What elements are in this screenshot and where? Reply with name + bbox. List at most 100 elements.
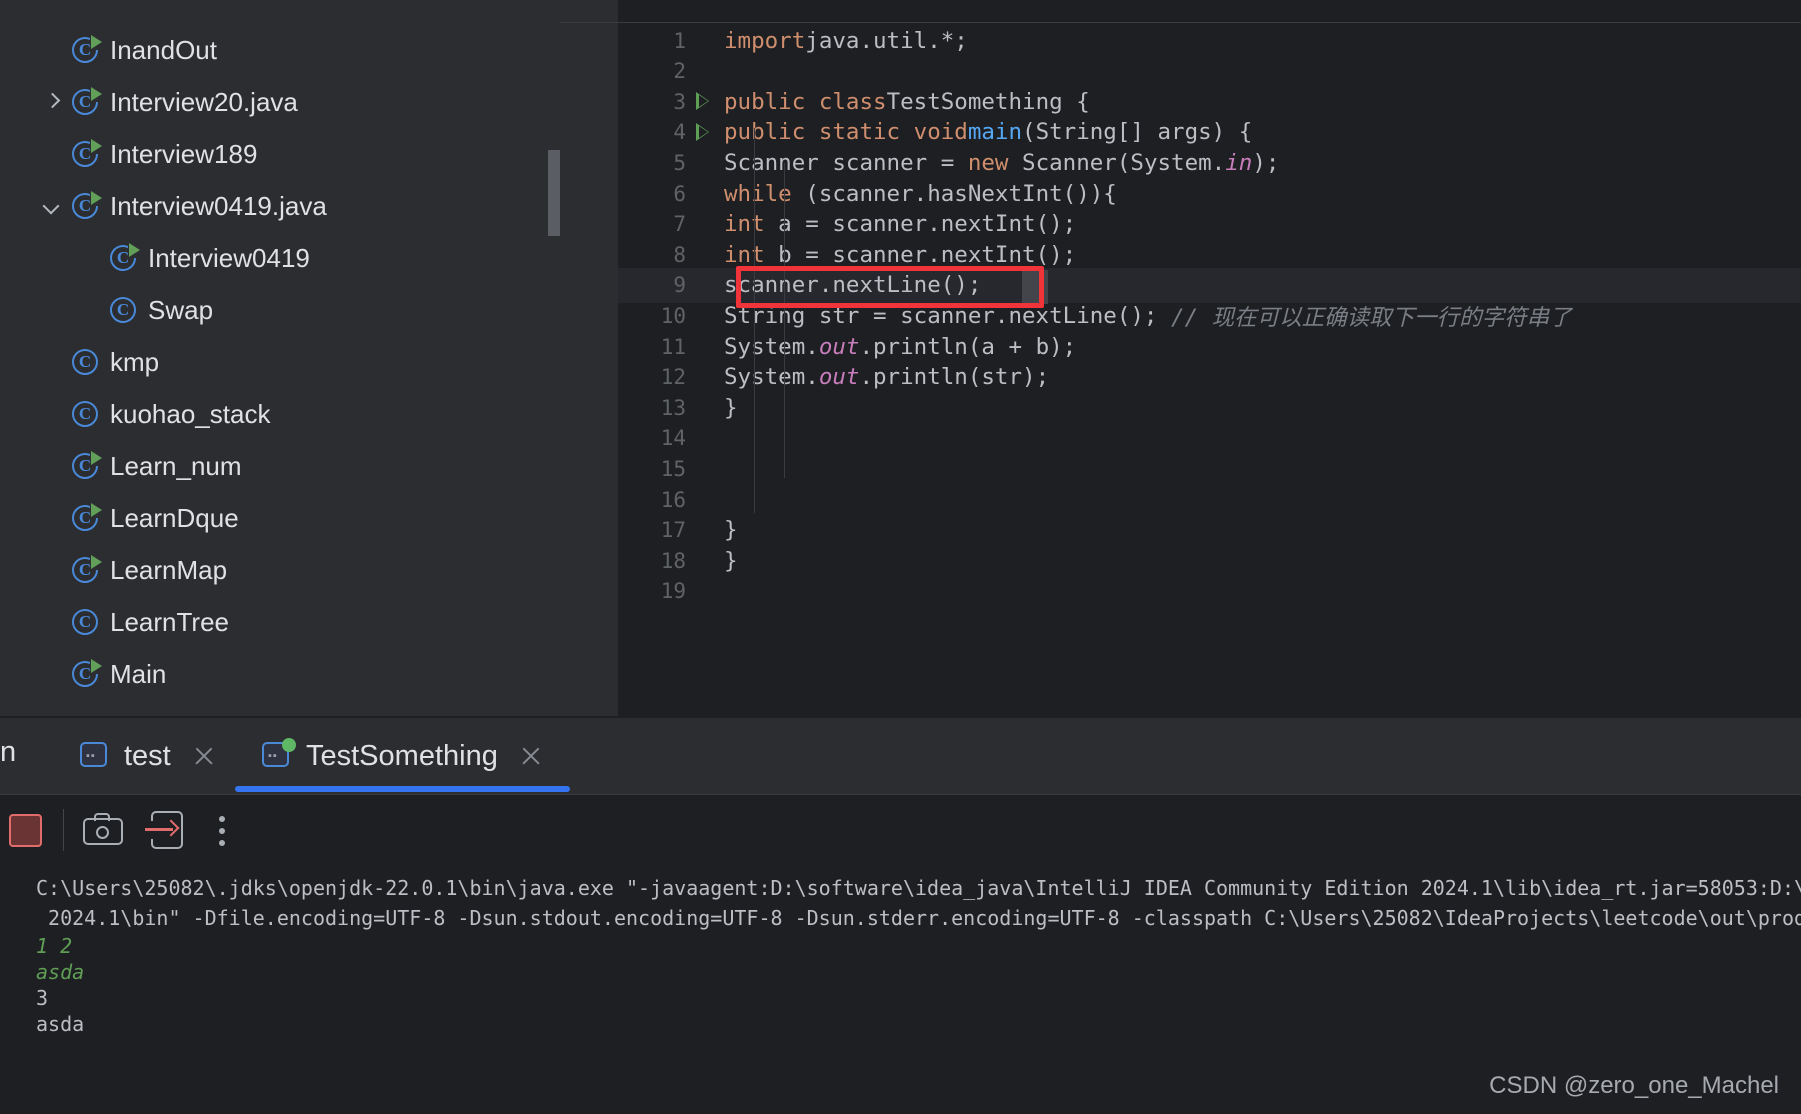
editor-panel[interactable]: 1 import java.util.*; 2 3 public class TestS… <box>560 0 1801 716</box>
run-tab-strip[interactable]: n ▪▪ test ▪▪ TestSomething <box>0 718 1801 794</box>
line-number: 17 <box>660 518 686 543</box>
line-number: 5 <box>673 150 686 175</box>
chevron-right-icon[interactable] <box>40 89 66 115</box>
code-lines[interactable]: 1 import java.util.*; 2 3 public class TestS… <box>618 23 1801 716</box>
java-class-runnable-icon: C <box>70 138 103 169</box>
line-number: 12 <box>660 365 686 390</box>
editor-body[interactable]: 1 import java.util.*; 2 3 public class TestS… <box>618 23 1801 716</box>
chevron-down-icon[interactable] <box>40 193 66 219</box>
tree-item-label: kmp <box>110 347 160 377</box>
java-class-runnable-icon: C <box>70 658 103 689</box>
console-line: asda <box>36 960 85 984</box>
run-tab-test[interactable]: ▪▪ test <box>80 718 217 794</box>
tree-item-learntree[interactable]: C LearnTree <box>0 596 560 648</box>
tree-item-inandout[interactable]: C InandOut <box>0 24 560 76</box>
tree-item-label: Interview20.java <box>110 87 298 117</box>
tree-item-label: LearnDque <box>110 503 239 533</box>
tree-item-label: Interview0419 <box>148 243 310 273</box>
java-class-runnable-icon: C <box>108 242 141 273</box>
tree-top-strip <box>0 0 560 22</box>
run-config-icon: ▪▪ <box>80 742 110 770</box>
java-class-runnable-icon: C <box>70 190 103 221</box>
tree-item-interview20-java[interactable]: C Interview20.java <box>0 76 560 128</box>
java-class-icon: C <box>70 399 100 429</box>
close-icon[interactable] <box>518 743 544 769</box>
tree-item-interview0419-java[interactable]: C Interview0419.java <box>0 180 560 232</box>
console-line: 3 <box>36 986 49 1010</box>
tree-scrollbar-thumb[interactable] <box>548 150 560 236</box>
project-tree-panel[interactable]: C InandOut C Interview20.java C Interview189 C… <box>0 0 560 716</box>
tree-item-learndque[interactable]: C LearnDque <box>0 492 560 544</box>
stop-button[interactable] <box>9 814 42 847</box>
line-number: 7 <box>673 212 686 237</box>
run-tab-testsomething[interactable]: ▪▪ TestSomething <box>262 718 544 794</box>
console-line: C:\Users\25082\.jdks\openjdk-22.0.1\bin\… <box>36 876 1801 900</box>
run-gutter-icon[interactable] <box>696 92 709 111</box>
run-gutter-icon[interactable] <box>696 122 709 141</box>
active-tab-underline <box>235 786 570 792</box>
tree-item-kuohao-stack[interactable]: Ckuohao_stack <box>0 388 560 440</box>
line-number: 2 <box>673 59 686 84</box>
run-tool-window: n ▪▪ test ▪▪ TestSomething C:\Users\2508… <box>0 716 1801 1114</box>
code-line[interactable]: 19 <box>618 574 1801 609</box>
tree-item-label: InandOut <box>110 35 217 65</box>
line-number: 4 <box>673 120 686 145</box>
line-number: 8 <box>673 242 686 267</box>
editor-horizontal-scrollbar[interactable] <box>560 12 1801 35</box>
camera-icon[interactable] <box>83 813 123 847</box>
line-number: 11 <box>660 334 686 359</box>
tree-item-label: LearnMap <box>110 555 228 585</box>
java-class-icon: C <box>70 347 100 377</box>
tree-item-learnmap[interactable]: C LearnMap <box>0 544 560 596</box>
indent-guide <box>784 163 785 478</box>
top-area: C InandOut C Interview20.java C Interview189 C… <box>0 0 1801 716</box>
close-icon[interactable] <box>191 743 217 769</box>
tree-item-main[interactable]: C Main <box>0 648 560 700</box>
run-config-icon: ▪▪ <box>262 738 296 770</box>
line-number: 9 <box>673 273 686 298</box>
line-number: 14 <box>660 426 686 451</box>
idea-window: C InandOut C Interview20.java C Interview189 C… <box>0 0 1801 1114</box>
java-class-runnable-icon: C <box>70 86 103 117</box>
tree-item-kmp[interactable]: Ckmp <box>0 336 560 388</box>
java-class-icon: C <box>108 295 138 325</box>
java-class-icon: C <box>70 607 100 637</box>
project-tree-list[interactable]: C InandOut C Interview20.java C Interview189 C… <box>0 24 560 700</box>
line-number: 10 <box>660 303 686 328</box>
run-tab-label: test <box>124 739 171 772</box>
watermark: CSDN @zero_one_Machel <box>1489 1072 1779 1099</box>
indent-guide <box>754 128 755 513</box>
tree-item-label: Interview0419.java <box>110 191 327 221</box>
tree-item-label: Interview189 <box>110 139 258 169</box>
run-toolbar[interactable] <box>0 795 1801 865</box>
line-number: 3 <box>673 89 686 114</box>
java-class-runnable-icon: C <box>70 554 103 585</box>
java-class-runnable-icon: C <box>70 34 103 65</box>
line-number: 1 <box>673 28 686 53</box>
tree-item-label: kuohao_stack <box>110 399 271 429</box>
editor-left-gap <box>560 0 618 716</box>
running-indicator-icon <box>282 738 296 752</box>
console-line: 1 2 <box>36 934 73 958</box>
tree-item-learn-num[interactable]: C Learn_num <box>0 440 560 492</box>
console-line: 2024.1\bin" -Dfile.encoding=UTF-8 -Dsun.… <box>36 906 1801 930</box>
java-class-runnable-icon: C <box>70 502 103 533</box>
editor-caret-selection <box>1022 270 1048 304</box>
tree-item-interview189[interactable]: C Interview189 <box>0 128 560 180</box>
more-options-icon[interactable] <box>205 811 239 849</box>
line-number: 18 <box>660 548 686 573</box>
tree-item-interview0419[interactable]: C Interview0419 <box>0 232 560 284</box>
tree-item-label: Swap <box>148 295 214 325</box>
tree-item-swap[interactable]: C Swap <box>0 284 560 336</box>
export-icon[interactable] <box>145 811 183 849</box>
java-class-runnable-icon: C <box>70 450 103 481</box>
